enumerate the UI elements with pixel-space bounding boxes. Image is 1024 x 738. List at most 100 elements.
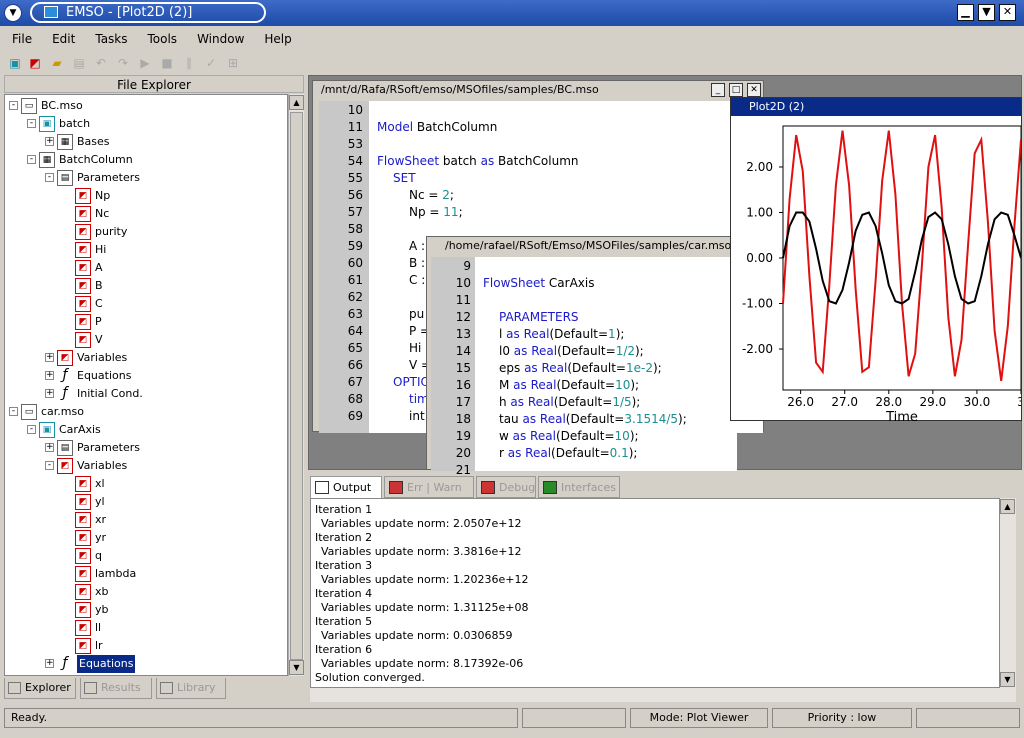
expand-icon[interactable]: + — [45, 353, 54, 362]
tree-item[interactable]: ◩ yr — [5, 529, 285, 547]
output-hscrollbar[interactable] — [310, 688, 1016, 702]
tree-item[interactable]: ◩ Np — [5, 187, 285, 205]
tree-item[interactable]: + ▦ Bases — [5, 133, 285, 151]
menu-tasks[interactable]: Tasks — [83, 28, 135, 46]
run-icon[interactable]: ▶ — [136, 54, 154, 72]
tree-item[interactable]: + ƒ Equations — [5, 655, 285, 673]
tab-err-warn[interactable]: Err | Warn — [384, 476, 474, 498]
tab-output[interactable]: Output — [310, 476, 382, 498]
tab-debug[interactable]: Debug — [476, 476, 536, 498]
tree-item[interactable]: + ▤ Parameters — [5, 439, 285, 457]
menu-help[interactable]: Help — [252, 28, 299, 46]
output-log[interactable]: Iteration 1 Variables update norm: 2.0507… — [310, 498, 1000, 688]
code-line: A : — [409, 239, 426, 253]
output-scroll-up-icon[interactable]: ▲ — [1000, 499, 1015, 514]
priority-slider[interactable] — [916, 708, 1020, 728]
tree-item[interactable]: ◩ xr — [5, 511, 285, 529]
tree-item[interactable]: - ▣ batch — [5, 115, 285, 133]
expand-icon[interactable]: + — [45, 659, 54, 668]
pause-icon[interactable]: ∥ — [180, 54, 198, 72]
car-code-area[interactable]: FlowSheet CarAxis PARAMETERS l as Real(Def… — [475, 257, 737, 471]
expand-icon[interactable]: + — [45, 371, 54, 380]
tree-item[interactable]: ◩ lambda — [5, 565, 285, 583]
tab-library[interactable]: Library — [156, 678, 226, 699]
tree-item[interactable]: - ▭ BC.mso — [5, 97, 285, 115]
tree-item[interactable]: ◩ C — [5, 295, 285, 313]
car-editor-window[interactable]: /home/rafael/RSoft/Emso/MSOFiles/samples… — [426, 236, 737, 477]
tab-results[interactable]: Results — [80, 678, 152, 699]
tree-item[interactable]: ◩ P — [5, 313, 285, 331]
code-line: Model BatchColumn — [377, 120, 498, 134]
tree-item[interactable]: ◩ Hi — [5, 241, 285, 259]
tree-item[interactable]: + ƒ Equations — [5, 367, 285, 385]
tree-scrollbar[interactable]: ▲ ▼ — [288, 94, 304, 676]
tree-icon[interactable]: ⊞ — [224, 54, 242, 72]
expand-icon[interactable]: + — [45, 137, 54, 146]
tab-explorer[interactable]: Explorer — [4, 678, 76, 699]
plot-window[interactable]: Plot2D (2) 2.00 1.00 0.00 -1.00 -2.00 26.0 27.… — [730, 97, 1022, 421]
tree-item[interactable]: ◩ purity — [5, 223, 285, 241]
maximize-button[interactable]: ▼ — [978, 4, 995, 21]
tree-item[interactable]: ◩ B — [5, 277, 285, 295]
output-icon — [315, 481, 329, 494]
tree-item[interactable]: ◩ Nc — [5, 205, 285, 223]
tree-item[interactable]: ◩ V — [5, 331, 285, 349]
output-vscrollbar[interactable]: ▲ ▼ — [1000, 498, 1016, 688]
collapse-icon[interactable]: - — [9, 101, 18, 110]
open-folder-icon[interactable]: ▰ — [48, 54, 66, 72]
bc-maximize-button[interactable]: □ — [729, 83, 743, 97]
tree-item[interactable]: ◩ yb — [5, 601, 285, 619]
tree-item[interactable]: - ▦ BatchColumn — [5, 151, 285, 169]
file-tree[interactable]: - ▭ BC.mso - ▣ batch + ▦ Bases - ▦ BatchColumn - ▤ Par… — [4, 94, 288, 676]
scroll-thumb[interactable] — [290, 112, 303, 660]
new-plot-icon[interactable]: ◩ — [26, 54, 44, 72]
tree-item[interactable]: ◩ A — [5, 259, 285, 277]
tree-item[interactable]: + ƒ Initial Cond. — [5, 385, 285, 403]
tree-item[interactable]: ◩ q — [5, 547, 285, 565]
new-model-icon[interactable]: ▣ — [6, 54, 24, 72]
undo-icon[interactable]: ↶ — [92, 54, 110, 72]
tree-item[interactable]: ◩ xb — [5, 583, 285, 601]
stop-icon[interactable]: ■ — [158, 54, 176, 72]
tree-item[interactable]: ◩ lr — [5, 637, 285, 655]
tree-item-label: B — [95, 279, 103, 292]
output-scroll-down-icon[interactable]: ▼ — [1000, 672, 1015, 687]
bc-close-button[interactable]: ✕ — [747, 83, 761, 97]
expand-icon[interactable]: + — [45, 389, 54, 398]
redo-icon[interactable]: ↷ — [114, 54, 132, 72]
collapse-icon[interactable]: - — [27, 425, 36, 434]
close-button[interactable]: ✕ — [999, 4, 1016, 21]
status-mode: Mode: Plot Viewer — [630, 708, 768, 728]
tree-item[interactable]: + ◩ Variables — [5, 349, 285, 367]
tree-item[interactable]: ◩ ll — [5, 619, 285, 637]
tree-item[interactable]: - ▤ Parameters — [5, 169, 285, 187]
minimize-button[interactable]: ▁ — [957, 4, 974, 21]
x-tick-label: 3 — [1017, 395, 1021, 409]
tree-item[interactable]: ◩ yl — [5, 493, 285, 511]
collapse-icon[interactable]: - — [27, 155, 36, 164]
scroll-up-icon[interactable]: ▲ — [289, 95, 304, 110]
bc-minimize-button[interactable]: _ — [711, 83, 725, 97]
collapse-icon[interactable]: - — [27, 119, 36, 128]
tree-item-label: xb — [95, 585, 109, 598]
check-icon[interactable]: ✓ — [202, 54, 220, 72]
menu-window[interactable]: Window — [185, 28, 252, 46]
window-menu-button[interactable]: ▼ — [4, 4, 22, 22]
menu-file[interactable]: File — [0, 28, 40, 46]
save-icon[interactable]: ▤ — [70, 54, 88, 72]
collapse-icon[interactable]: - — [45, 461, 54, 470]
menu-tools[interactable]: Tools — [136, 28, 186, 46]
line-number: 14 — [455, 344, 471, 358]
menu-edit[interactable]: Edit — [40, 28, 83, 46]
tab-interfaces[interactable]: Interfaces — [538, 476, 620, 498]
expand-icon[interactable]: + — [45, 443, 54, 452]
line-number: 18 — [455, 412, 471, 426]
tree-item[interactable]: - ◩ Variables — [5, 457, 285, 475]
collapse-icon[interactable]: - — [45, 173, 54, 182]
tree-item[interactable]: ◩ xl — [5, 475, 285, 493]
scroll-down-icon[interactable]: ▼ — [289, 660, 304, 675]
collapse-icon[interactable]: - — [9, 407, 18, 416]
line-number: 16 — [455, 378, 471, 392]
tree-item[interactable]: - ▣ CarAxis — [5, 421, 285, 439]
tree-item[interactable]: - ▭ car.mso — [5, 403, 285, 421]
